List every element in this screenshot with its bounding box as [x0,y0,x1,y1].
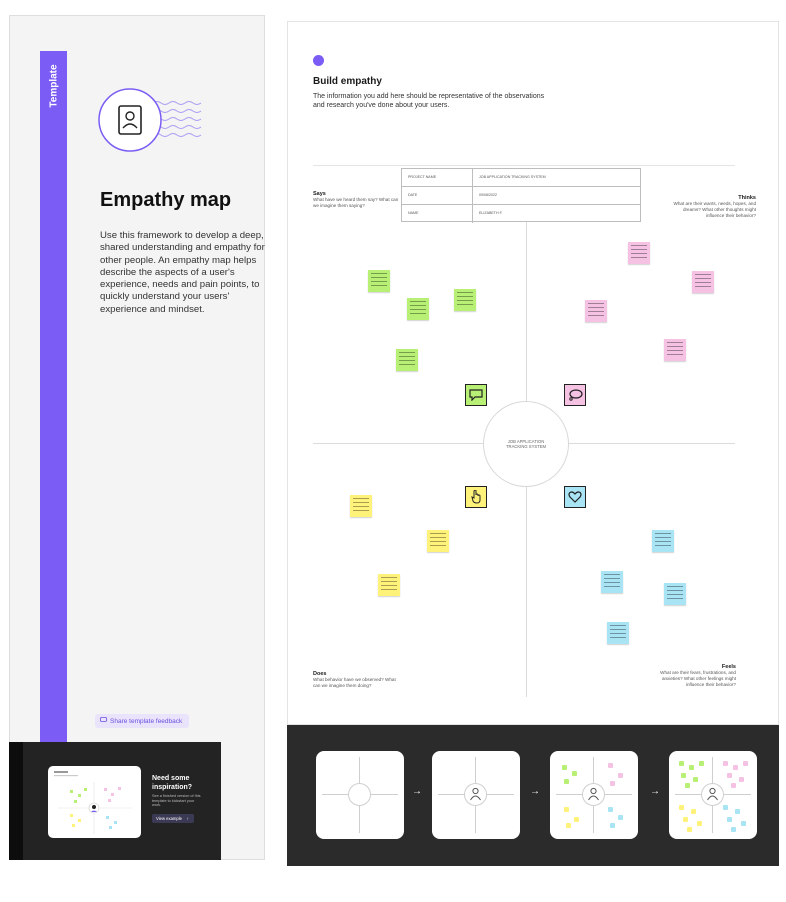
table-value[interactable]: Job application tracking system [479,175,546,179]
template-tag: Template [40,51,67,121]
template-title: Empathy map [100,189,232,211]
inspiration-banner-edge [9,742,23,860]
example-thumbnail[interactable] [48,766,141,838]
empathy-map-board [287,21,779,725]
feels-quadrant-label: Feels What are their fears, frustrations… [646,664,736,687]
sticky-note-feels[interactable] [664,583,686,605]
table-key: Project name [408,175,437,179]
arrow-right-icon: → [412,786,422,797]
step-marker-icon [313,55,324,66]
inspiration-subtitle: See a finished version of this template … [152,794,201,808]
thinks-quadrant-label: Thinks What are their wants, needs, hope… [666,195,756,218]
share-feedback-button[interactable]: Share template feedback [95,714,189,728]
thinks-subtitle: What are their wants, needs, hopes, and … [673,201,756,218]
sticky-note-does[interactable] [350,495,372,517]
arrow-right-icon: → [530,786,540,797]
sticky-note-does[interactable] [378,574,400,596]
sticky-note-thinks[interactable] [664,339,686,361]
share-feedback-label: Share template feedback [110,717,183,725]
heart-icon [564,486,586,508]
sticky-note-says[interactable] [407,298,429,320]
center-label: Job application tracking system [505,438,547,449]
table-key: Name [408,211,419,215]
table-value[interactable]: Elizabeth F. [479,211,502,215]
center-circle: Job application tracking system [483,401,569,487]
view-example-label: View example [156,816,182,821]
sticky-note-says[interactable] [368,270,390,292]
sticky-note-feels[interactable] [652,530,674,552]
sticky-note-feels[interactable] [607,622,629,644]
profile-card-icon [95,85,205,155]
user-icon [470,787,481,801]
arrow-right-icon: › [187,816,189,821]
arrow-right-icon: → [650,786,660,797]
does-quadrant-label: Does What behavior have we observed? Wha… [313,671,403,689]
pointing-hand-icon [465,486,487,508]
board-description: The information you add here should be r… [313,93,545,109]
sticky-note-says[interactable] [396,349,418,371]
table-row: Project name Job application tracking sy… [402,169,640,187]
board-title: Build empathy [313,76,382,87]
user-icon [588,787,599,801]
sticky-note-thinks[interactable] [628,242,650,264]
step-tile-persona [432,751,520,839]
inspiration-title: Need some inspiration? [152,775,193,791]
user-icon [707,787,718,801]
template-description: Use this framework to develop a deep, sh… [100,230,265,315]
sticky-note-does[interactable] [427,530,449,552]
does-subtitle: What behavior have we observed? What can… [313,677,396,688]
step-tile-complete [669,751,757,839]
sticky-note-says[interactable] [454,289,476,311]
feels-subtitle: What are their fears, frustrations, and … [660,670,736,687]
says-quadrant-label: Says What have we heard them say? What c… [313,191,403,209]
project-info-table: Project name Job application tracking sy… [401,168,641,223]
view-example-button[interactable]: View example › [152,814,194,823]
step-tile-notes [550,751,638,839]
sticky-note-thinks[interactable] [692,271,714,293]
says-subtitle: What have we heard them say? What can we… [313,197,399,208]
divider [313,165,735,166]
template-accent-strip [40,51,67,756]
step-tile-blank [316,751,404,839]
table-value[interactable]: 09/08/2022 [479,193,497,197]
thought-bubble-icon [564,384,586,406]
feedback-icon [100,717,107,725]
template-tag-label: Template [48,64,59,108]
table-key: Date [408,193,418,197]
table-row: Name Elizabeth F. [402,205,640,223]
sticky-note-feels[interactable] [601,571,623,593]
speech-bubble-icon [465,384,487,406]
table-row: Date 09/08/2022 [402,187,640,205]
sticky-note-thinks[interactable] [585,300,607,322]
